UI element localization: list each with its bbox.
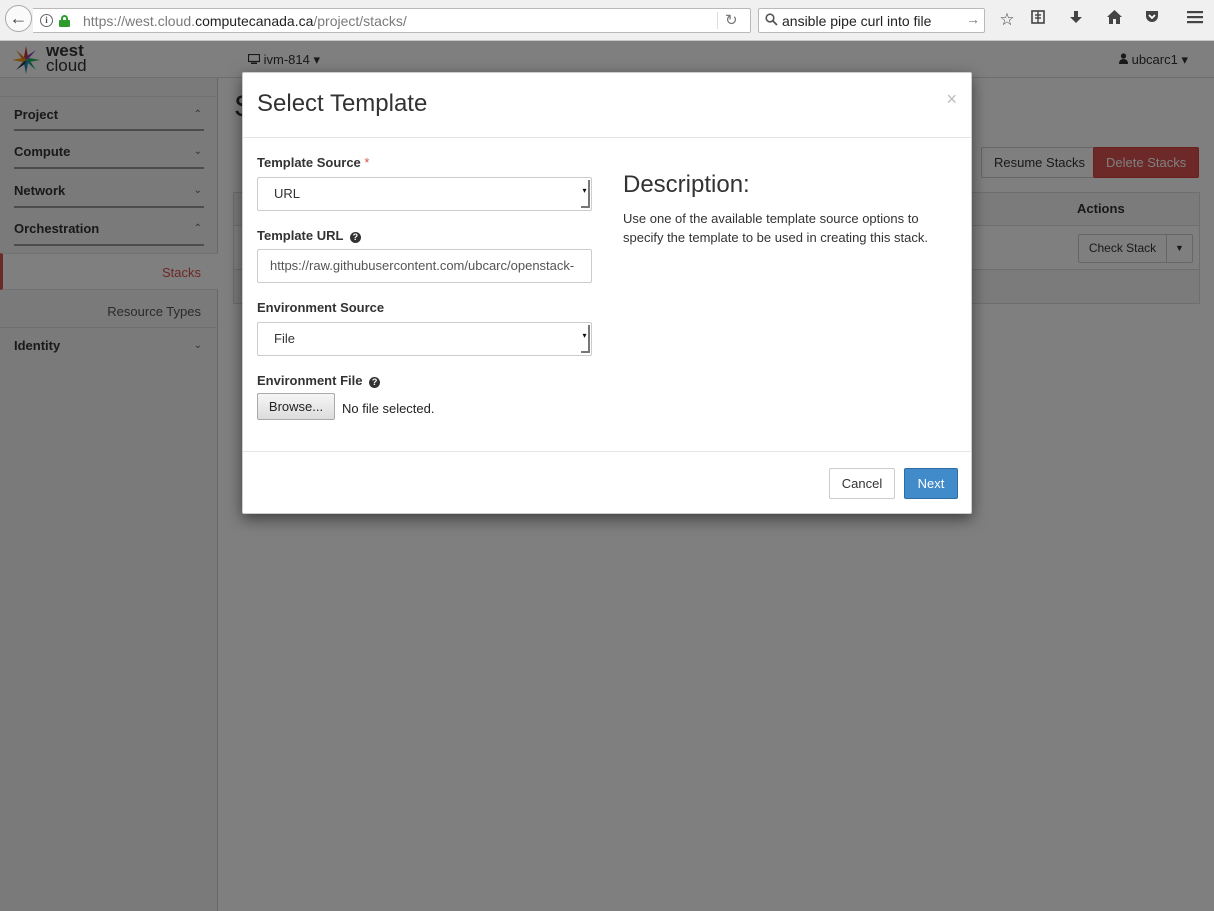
info-icon[interactable]: i <box>40 14 53 27</box>
menu-hamburger-icon[interactable] <box>1184 9 1206 31</box>
url-host: computecanada.ca <box>195 13 314 29</box>
template-source-select[interactable]: URL ▾ <box>257 177 592 211</box>
select-arrow-icon: ▾ <box>581 325 590 353</box>
template-source-label-text: Template Source <box>257 155 361 170</box>
search-bar[interactable]: ansible pipe curl into file → <box>758 8 985 33</box>
browse-button[interactable]: Browse... <box>257 393 335 420</box>
back-arrow-icon[interactable]: ← <box>5 5 32 32</box>
template-source-value: URL <box>274 186 301 201</box>
close-icon[interactable]: × <box>946 89 957 110</box>
environment-file-label-text: Environment File <box>257 373 363 388</box>
template-source-label: Template Source * <box>257 155 369 170</box>
address-bar[interactable]: i https://west.cloud.computecanada.ca/pr… <box>33 8 751 33</box>
url-separator <box>717 12 718 29</box>
bookmark-star-icon[interactable]: ☆ <box>996 9 1018 31</box>
environment-source-label: Environment Source <box>257 300 385 315</box>
description-title: Description: <box>623 171 750 198</box>
modal-title: Select Template <box>257 90 428 117</box>
template-url-label-text: Template URL <box>257 228 344 243</box>
pocket-icon[interactable] <box>1141 9 1163 31</box>
browser-toolbar: ← i https://west.cloud.computecanada.ca/… <box>0 0 1214 41</box>
reading-list-icon[interactable] <box>1027 9 1049 31</box>
template-url-label: Template URL ? <box>257 228 361 243</box>
download-icon[interactable] <box>1065 9 1087 31</box>
question-circle-icon[interactable]: ? <box>369 377 381 388</box>
select-template-modal: Select Template × Template Source * URL … <box>242 72 972 514</box>
next-button[interactable]: Next <box>904 468 958 499</box>
modal-header: Select Template × <box>243 73 971 138</box>
search-input[interactable]: ansible pipe curl into file <box>782 13 931 29</box>
description-text: Use one of the available template source… <box>623 211 928 245</box>
url-path: /project/stacks/ <box>313 13 407 29</box>
no-file-selected-text: No file selected. <box>342 401 435 416</box>
search-go-arrow-icon[interactable]: → <box>966 11 980 27</box>
environment-source-value: File <box>274 331 295 346</box>
search-icon <box>765 13 778 29</box>
required-asterisk: * <box>364 155 370 170</box>
template-url-input[interactable]: https://raw.githubusercontent.com/ubcarc… <box>257 249 592 283</box>
cancel-button[interactable]: Cancel <box>829 468 895 499</box>
home-icon[interactable] <box>1103 9 1125 31</box>
lock-icon <box>59 15 70 27</box>
environment-source-select[interactable]: File ▾ <box>257 322 592 356</box>
url-text[interactable]: https://west.cloud.computecanada.ca/proj… <box>83 13 407 29</box>
url-prefix: https://west.cloud. <box>83 13 196 29</box>
environment-file-label: Environment File ? <box>257 373 381 388</box>
reload-icon[interactable]: ↻ <box>725 11 738 29</box>
select-arrow-icon: ▾ <box>581 180 590 208</box>
modal-footer: Cancel Next <box>243 451 971 513</box>
question-circle-icon[interactable]: ? <box>349 232 361 243</box>
